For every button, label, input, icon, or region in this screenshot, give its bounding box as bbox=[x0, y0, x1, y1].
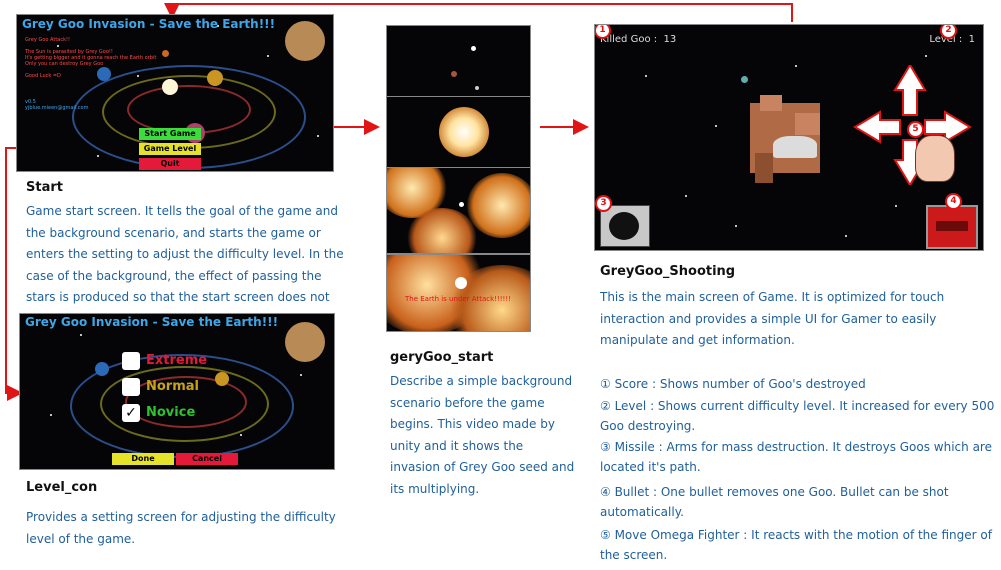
earth-attack-text: The Earth is under Attack!!!!!! bbox=[405, 295, 511, 303]
start-game-title: Grey Goo Invasion - Save the Earth!!! bbox=[22, 17, 276, 31]
legend-item-missile: ③ Missile : Arms for mass destruction. I… bbox=[600, 440, 992, 474]
intro-description: Describe a simple background scenario be… bbox=[390, 374, 575, 496]
start-game-button[interactable]: Start Game bbox=[139, 128, 201, 140]
normal-checkbox[interactable] bbox=[122, 378, 140, 396]
start-version-info: v0.5 yjblue.mieen@gmail.com bbox=[25, 99, 89, 111]
legend-item-score: ① Score : Shows number of Goo's destroye… bbox=[600, 377, 866, 391]
missile-button[interactable] bbox=[600, 205, 650, 247]
legend-item-bullet: ④ Bullet : One bullet removes one Goo. B… bbox=[600, 485, 949, 519]
killed-goo-score: Killed Goo : 13 bbox=[600, 34, 677, 45]
intro-frame-2 bbox=[386, 96, 531, 168]
level-heading: Level_con bbox=[26, 480, 98, 495]
extreme-checkbox[interactable] bbox=[122, 352, 140, 370]
level-screen-screenshot: Grey Goo Invasion - Save the Earth!!! Ex… bbox=[19, 313, 335, 470]
novice-checkbox-checked[interactable]: ✓ bbox=[122, 404, 140, 422]
start-heading: Start bbox=[26, 180, 63, 195]
target-crosshair-icon bbox=[455, 277, 467, 289]
legend-item-move: ⑤ Move Omega Fighter : It reacts with th… bbox=[600, 528, 992, 562]
shooting-screen-screenshot: Killed Goo : 13 Level : 1 1 2 3 4 5 bbox=[594, 24, 984, 251]
quit-button[interactable]: Quit bbox=[139, 158, 201, 170]
done-button[interactable]: Done bbox=[112, 453, 174, 465]
finger-hand-icon bbox=[915, 135, 955, 182]
start-description: Game start screen. It tells the goal of … bbox=[26, 204, 344, 326]
start-story-text: Grey Goo Attack!! The Sun is parasited b… bbox=[25, 37, 157, 79]
legend-item-level: ② Level : Shows current difficulty level… bbox=[600, 399, 995, 433]
omega-fighter-icon bbox=[773, 136, 817, 158]
novice-label: Novice bbox=[146, 405, 196, 420]
start-screen-screenshot: Grey Goo Invasion - Save the Earth!!! Gr… bbox=[16, 14, 334, 172]
intro-frame-4: The Earth is under Attack!!!!!! bbox=[386, 254, 531, 332]
normal-label: Normal bbox=[146, 379, 199, 394]
intro-heading: geryGoo_start bbox=[390, 350, 494, 365]
intro-frame-1 bbox=[386, 25, 531, 97]
level-game-title: Grey Goo Invasion - Save the Earth!!! bbox=[25, 315, 279, 329]
shooting-description: This is the main screen of Game. It is o… bbox=[600, 290, 945, 347]
cancel-button[interactable]: Cancel bbox=[176, 453, 238, 465]
bullet-button[interactable] bbox=[926, 205, 978, 249]
shooting-heading: GreyGoo_Shooting bbox=[600, 264, 736, 279]
game-level-button[interactable]: Game Level bbox=[139, 143, 201, 155]
marker-5: 5 bbox=[907, 121, 924, 138]
marker-3: 3 bbox=[595, 195, 612, 212]
level-description: Provides a setting screen for adjusting … bbox=[26, 510, 336, 546]
intro-frame-3 bbox=[386, 167, 531, 254]
marker-4: 4 bbox=[945, 193, 962, 210]
extreme-label: Extreme bbox=[146, 353, 208, 368]
